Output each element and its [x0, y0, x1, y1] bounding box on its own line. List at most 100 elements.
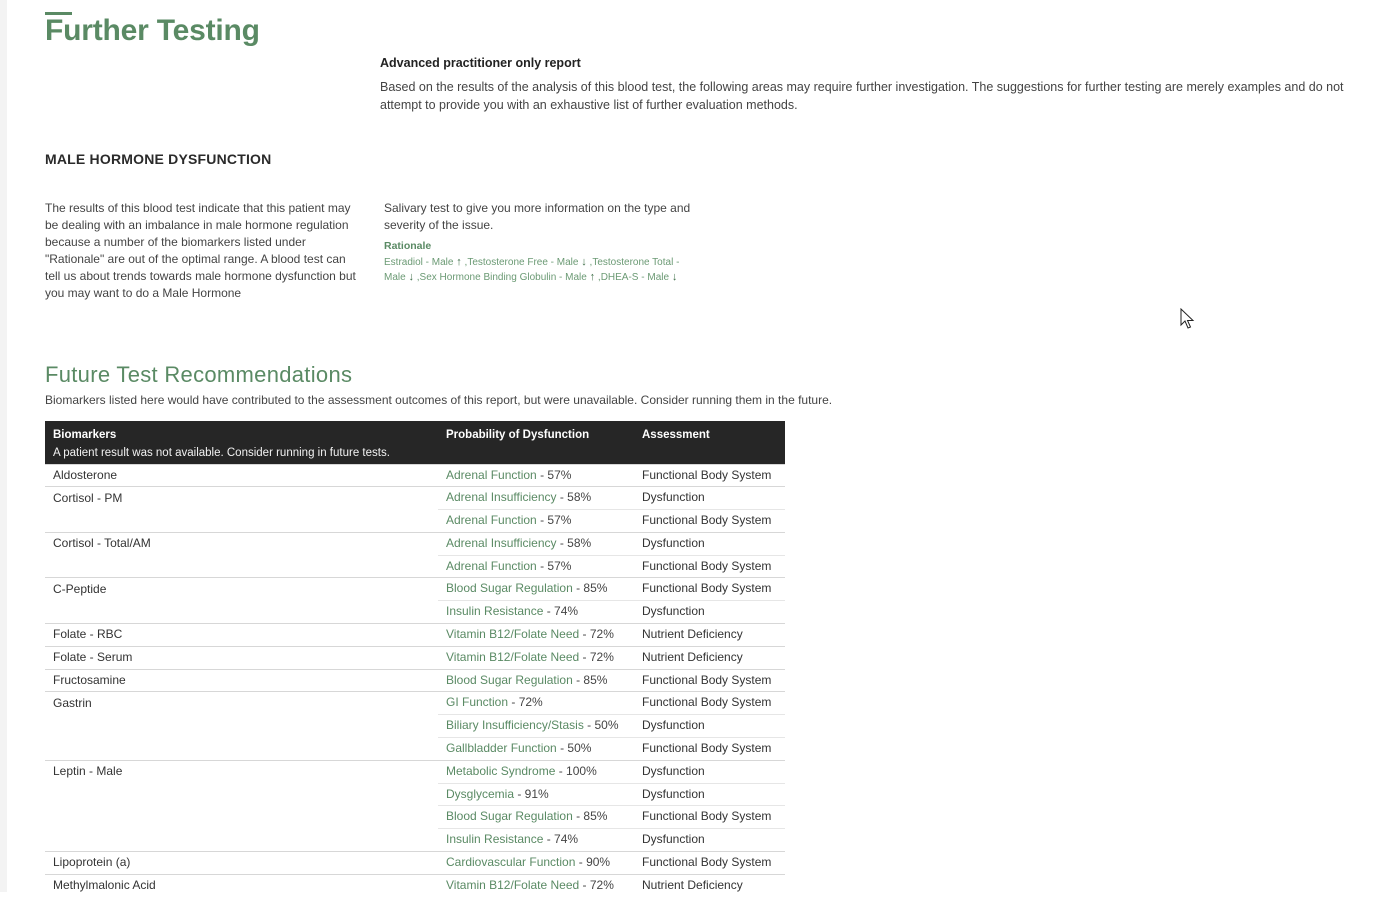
future-subtitle: Biomarkers listed here would have contri… — [45, 393, 833, 407]
probability-cell: Adrenal Function - 57% — [438, 554, 634, 578]
header-probability: Probability of Dysfunction — [438, 421, 634, 464]
biomarker-cell: Aldosterone — [45, 463, 438, 487]
rationale-item: DHEA-S - Male ↓ — [600, 271, 678, 283]
rationale-item-name: Estradiol - Male — [384, 257, 454, 268]
assessment-cell: Nutrient Deficiency — [634, 873, 785, 897]
dysfunction-percent: - 72% — [579, 877, 614, 892]
assessment-cell: Functional Body System — [634, 737, 785, 761]
dysfunction-name: Cardiovascular Function — [446, 855, 576, 870]
dysfunction-name: Metabolic Syndrome — [446, 763, 556, 778]
probability-cell: Insulin Resistance - 74% — [438, 828, 634, 852]
biomarker-cell: C-Peptide — [45, 577, 438, 601]
rationale-item: Estradiol - Male ↑ — [384, 256, 462, 268]
probability-cell: Metabolic Syndrome - 100% — [438, 759, 634, 784]
header-biomarkers: Biomarkers A patient result was not avai… — [45, 421, 438, 464]
trend-arrow-icon: ↓ — [581, 256, 587, 268]
probability-cell: Vitamin B12/Folate Need - 72% — [438, 623, 634, 647]
dysfunction-percent: - 58% — [556, 535, 592, 550]
table-row: Fructosamine Blood Sugar Regulation - 85%… — [45, 668, 785, 692]
intro-heading: Advanced practitioner only report — [380, 56, 581, 70]
dysfunction-name: Adrenal Function — [446, 467, 537, 482]
table-row: Adrenal Function - 57% Functional Body Sy… — [45, 509, 785, 533]
table-row: C-Peptide Blood Sugar Regulation - 85% Fun… — [45, 577, 785, 601]
section-right-text: Salivary test to give you more informati… — [384, 201, 691, 232]
assessment-cell: Dysfunction — [634, 531, 785, 556]
assessment-cell: Dysfunction — [634, 782, 785, 806]
trend-arrow-icon: ↑ — [589, 271, 596, 283]
dysfunction-name: Blood Sugar Regulation — [446, 581, 573, 596]
dysfunction-percent: - 50% — [583, 718, 619, 733]
assessment-cell: Functional Body System — [634, 805, 785, 829]
dysfunction-percent: - 74% — [543, 604, 579, 619]
rationale-item-name: Sex Hormone Binding Globulin - Male — [419, 272, 587, 283]
probability-cell: Gallbladder Function - 50% — [438, 737, 634, 761]
section-body: The results of this blood test indicate … — [45, 201, 356, 300]
dysfunction-name: Vitamin B12/Folate Need — [446, 627, 580, 642]
probability-cell: Insulin Resistance - 74% — [438, 600, 634, 624]
table-row: Insulin Resistance - 74% Dysfunction — [45, 600, 785, 624]
assessment-cell: Functional Body System — [634, 463, 785, 487]
dysfunction-percent: - 72% — [579, 649, 614, 664]
dysfunction-percent: - 74% — [543, 832, 579, 847]
biomarker-cell — [45, 555, 438, 578]
table-header-row: Biomarkers A patient result was not avai… — [45, 421, 785, 464]
biomarker-cell — [45, 601, 438, 624]
biomarker-cell: Gastrin — [45, 691, 438, 715]
table-row: Adrenal Function - 57% Functional Body Sy… — [45, 554, 785, 578]
dysfunction-percent: - 85% — [572, 672, 608, 687]
assessment-cell: Nutrient Deficiency — [634, 645, 785, 670]
dysfunction-name: Blood Sugar Regulation — [446, 809, 573, 824]
biomarker-cell — [45, 738, 438, 761]
section-right-column: Salivary test to give you more informati… — [384, 200, 700, 285]
biomarker-cell: Leptin - Male — [45, 759, 438, 784]
future-test-table: Biomarkers A patient result was not avai… — [45, 421, 785, 897]
table-row: Dysglycemia - 91% Dysfunction — [45, 782, 785, 806]
dysfunction-percent: - 58% — [556, 490, 592, 505]
dysfunction-percent: - 57% — [536, 513, 572, 528]
probability-cell: Blood Sugar Regulation - 85% — [438, 668, 634, 692]
probability-cell: Cardiovascular Function - 90% — [438, 851, 634, 875]
dysfunction-percent: - 72% — [508, 695, 543, 710]
trend-arrow-icon: ↓ — [408, 271, 414, 283]
table-row: Biliary Insufficiency/Stasis - 50% Dysfun… — [45, 714, 785, 738]
biomarker-cell: Fructosamine — [45, 668, 438, 692]
table-row: Leptin - Male Metabolic Syndrome - 100% Dy… — [45, 759, 785, 784]
section-heading: MALE HORMONE DYSFUNCTION — [45, 151, 272, 167]
dysfunction-percent: - 91% — [514, 786, 549, 801]
probability-cell: Adrenal Function - 57% — [438, 509, 634, 533]
header-note: A patient result was not available. Cons… — [53, 447, 390, 459]
table-row: Lipoprotein (a) Cardiovascular Function -… — [45, 851, 785, 875]
table-row: Insulin Resistance - 74% Dysfunction — [45, 828, 785, 852]
table-row: Gastrin GI Function - 72% Functional Body … — [45, 691, 785, 715]
biomarker-cell: Folate - Serum — [45, 645, 438, 670]
trend-arrow-icon: ↓ — [671, 271, 678, 283]
probability-cell: Biliary Insufficiency/Stasis - 50% — [438, 714, 634, 738]
assessment-cell: Dysfunction — [634, 759, 785, 784]
dysfunction-percent: - 72% — [579, 627, 614, 642]
assessment-cell: Functional Body System — [634, 577, 785, 601]
table-row: Blood Sugar Regulation - 85% Functional B… — [45, 805, 785, 829]
table-row: Folate - RBC Vitamin B12/Folate Need - 72… — [45, 623, 785, 647]
dysfunction-name: Blood Sugar Regulation — [446, 672, 573, 687]
table-row: Gallbladder Function - 50% Functional Bod… — [45, 737, 785, 761]
assessment-cell: Dysfunction — [634, 486, 785, 510]
mouse-pointer-icon — [1180, 308, 1195, 329]
dysfunction-name: Biliary Insufficiency/Stasis — [446, 718, 584, 733]
rationale-item-name: DHEA-S - Male — [600, 272, 670, 283]
rationale-item: Testosterone Free - Male ↓ — [467, 256, 587, 268]
future-title: Future Test Recommendations — [45, 362, 353, 387]
dysfunction-name: Dysglycemia — [446, 786, 515, 801]
dysfunction-name: Adrenal Function — [446, 558, 537, 573]
dysfunction-name: Gallbladder Function — [446, 741, 557, 756]
header-assessment: Assessment — [634, 421, 785, 464]
probability-cell: Adrenal Function - 57% — [438, 463, 634, 487]
dysfunction-name: Adrenal Insufficiency — [446, 490, 557, 505]
table-body: Aldosterone Adrenal Function - 57% Functio… — [45, 463, 785, 897]
biomarker-cell: Lipoprotein (a) — [45, 851, 438, 875]
rationale-label: Rationale — [384, 240, 432, 252]
assessment-cell: Functional Body System — [634, 851, 785, 875]
assessment-cell: Dysfunction — [634, 600, 785, 624]
probability-cell: Adrenal Insufficiency - 58% — [438, 531, 634, 556]
dysfunction-percent: - 90% — [575, 855, 611, 870]
probability-cell: Vitamin B12/Folate Need - 72% — [438, 645, 634, 670]
